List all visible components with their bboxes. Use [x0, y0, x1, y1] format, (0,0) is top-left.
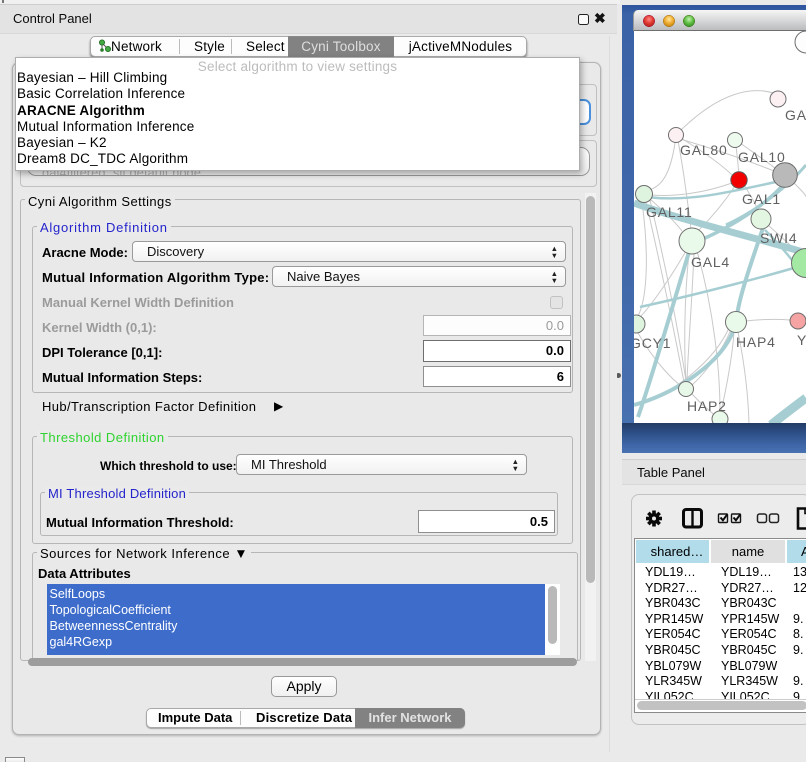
svg-text:GCY1: GCY1 [634, 335, 671, 351]
svg-text:GAL11: GAL11 [646, 204, 693, 220]
svg-text:HAP4: HAP4 [736, 334, 776, 350]
svg-text:GAL: GAL [785, 107, 806, 123]
svg-text:GAL1: GAL1 [742, 191, 781, 207]
svg-text:SWI4: SWI4 [760, 230, 797, 246]
svg-text:Y: Y [797, 332, 806, 348]
svg-text:HAP2: HAP2 [687, 398, 727, 414]
svg-text:GAL80: GAL80 [680, 142, 728, 158]
svg-text:GAL4: GAL4 [691, 254, 730, 270]
svg-text:GAL10: GAL10 [738, 149, 786, 165]
